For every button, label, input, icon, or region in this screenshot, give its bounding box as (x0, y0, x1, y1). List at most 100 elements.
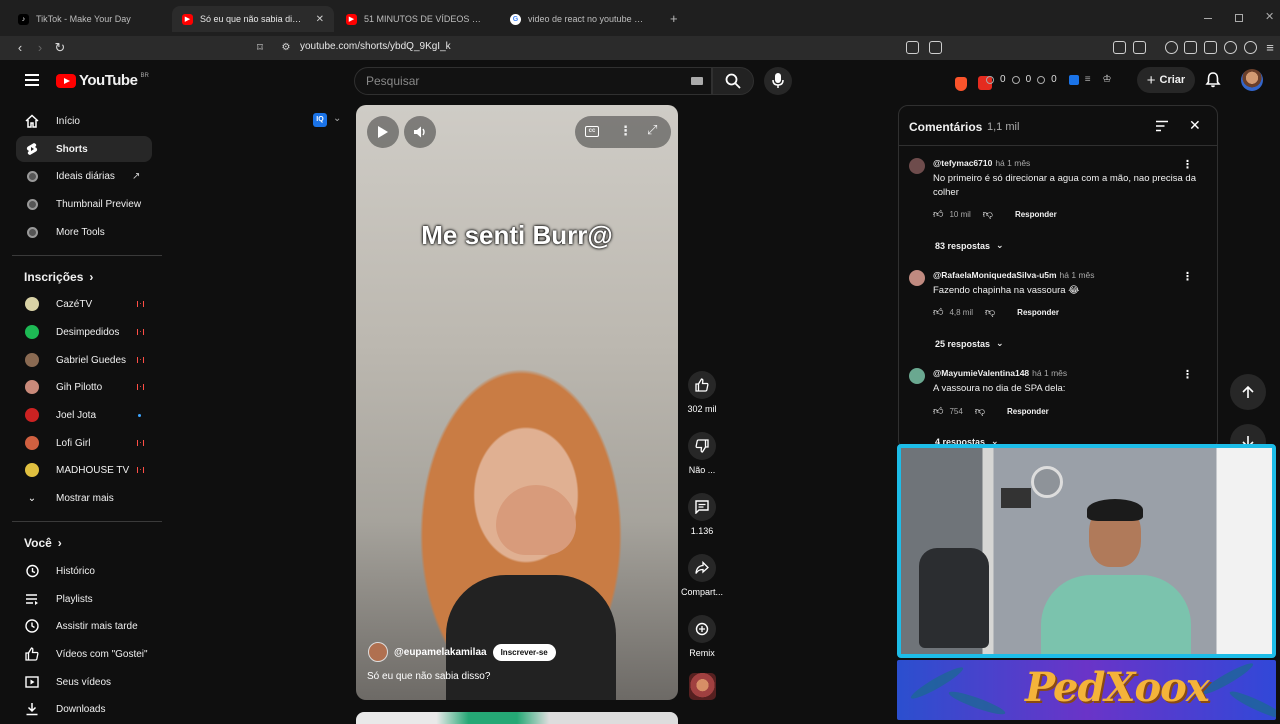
view-replies-button[interactable]: 83 respostas ⌄ (935, 240, 1004, 251)
subscribe-button[interactable]: Inscrever-se (492, 643, 556, 661)
site-settings-icon[interactable]: ⚙ (278, 40, 294, 56)
minimize-icon[interactable] (1204, 18, 1212, 19)
ai-icon[interactable] (1224, 41, 1237, 54)
thumbs-up-icon[interactable]: 👍︎ (933, 208, 943, 220)
back-icon[interactable]: ‹ (12, 40, 28, 56)
you-heading[interactable]: Você › (24, 536, 62, 550)
thumbs-down-icon[interactable]: 👎︎ (983, 208, 993, 220)
view-replies-button[interactable]: 25 respostas ⌄ (935, 338, 1004, 349)
thumbs-up-icon[interactable]: 👍︎ (933, 405, 943, 417)
reply-button[interactable]: Responder (1007, 407, 1049, 416)
sidebar-item-subscription[interactable]: Gih Pilotto (16, 374, 152, 400)
sidebar-item-more-tools[interactable]: More Tools (16, 219, 152, 245)
maximize-icon[interactable] (1235, 14, 1243, 22)
comment-avatar[interactable] (909, 270, 925, 286)
channel-avatar[interactable] (368, 642, 388, 662)
sidebar-toggle-icon[interactable] (1184, 41, 1197, 54)
cast-icon[interactable] (906, 41, 919, 54)
previous-short-button[interactable] (1230, 374, 1266, 410)
extensions-icon[interactable] (1113, 41, 1126, 54)
comment-author[interactable]: @MayumieValentina148 há 1 mês (933, 368, 1067, 378)
browser-tab[interactable]: ♪ TikTok - Make Your Day (8, 6, 173, 32)
create-button[interactable]: + Criar (1137, 67, 1195, 93)
comment-avatar[interactable] (909, 158, 925, 174)
list-icon[interactable]: ≡ (1085, 74, 1091, 85)
show-more-button[interactable]: ⌄ Mostrar mais (16, 485, 152, 511)
comment-menu-icon[interactable]: ⋮ (1182, 368, 1193, 381)
youtube-logo[interactable]: YouTube BR (56, 72, 149, 89)
reload-icon[interactable]: ↻ (52, 40, 68, 56)
wallet-icon[interactable] (1204, 41, 1217, 54)
comment-author[interactable]: @tefymac6710 há 1 mês (933, 158, 1030, 168)
forward-icon[interactable]: › (32, 40, 48, 56)
sidebar-item-daily-ideas[interactable]: Ideais diárias ↗ (16, 163, 152, 189)
sidebar-item-subscription[interactable]: MADHOUSE TV (16, 457, 152, 483)
next-short-preview[interactable] (356, 712, 678, 724)
user-avatar[interactable] (1241, 69, 1263, 91)
comment-menu-icon[interactable]: ⋮ (1182, 158, 1193, 171)
remix-button[interactable] (688, 615, 716, 643)
close-icon[interactable]: ✕ (316, 14, 324, 25)
dislike-action[interactable]: Não ... (680, 432, 724, 475)
sidebar-item-your-videos[interactable]: Seus vídeos (16, 669, 152, 695)
comment-avatar[interactable] (909, 368, 925, 384)
channel-name[interactable]: @eupamelakamilaa (394, 647, 487, 658)
sidebar-item-watch-later[interactable]: Assistir mais tarde (16, 613, 152, 639)
sidebar-item-subscription[interactable]: Joel Jota (16, 402, 152, 428)
search-button[interactable] (712, 67, 754, 95)
vpn-icon[interactable] (1244, 41, 1257, 54)
share-button[interactable] (688, 554, 716, 582)
sidebar-item-liked-videos[interactable]: Vídeos com "Gostei" (16, 641, 152, 667)
window-close-icon[interactable]: ✕ (1265, 10, 1274, 23)
browser-tab[interactable]: ▶ 51 MINUTOS DE VÍDEOS ENGRAÇAD (336, 6, 496, 32)
sidebar-item-subscription[interactable]: CazéTV (16, 291, 152, 317)
sidebar-item-subscription[interactable]: Gabriel Guedes (16, 347, 152, 373)
comment-author[interactable]: @RafaelaMoniquedaSilva-u5m há 1 mês (933, 270, 1095, 280)
like-action[interactable]: 302 mil (680, 371, 724, 414)
captions-icon[interactable]: cc (585, 126, 599, 137)
music-icon[interactable] (1165, 41, 1178, 54)
browser-tab-active[interactable]: ▶ Só eu que não sabia disso? - You ✕ (172, 6, 334, 32)
share-action[interactable]: Compart... (680, 554, 724, 597)
trophy-icon[interactable]: ♔ (1103, 74, 1112, 85)
sidebar-item-subscription[interactable]: Desimpedidos (16, 319, 152, 345)
browser-tab[interactable]: G video de react no youtube monetiza (500, 6, 660, 32)
more-options-icon[interactable]: ⋮ (619, 123, 632, 139)
new-tab-button[interactable]: + (670, 11, 678, 26)
close-icon[interactable]: ✕ (1189, 117, 1201, 134)
comment-menu-icon[interactable]: ⋮ (1182, 270, 1193, 283)
thumbs-down-icon[interactable]: 👎︎ (985, 306, 995, 318)
remix-action[interactable]: Remix (680, 615, 724, 658)
sidebar-item-shorts[interactable]: Shorts (16, 136, 152, 162)
vidiq-icon[interactable]: IQ (313, 113, 327, 127)
play-button[interactable] (367, 116, 399, 148)
voice-search-button[interactable] (764, 67, 792, 95)
browser-menu-icon[interactable]: ≡ (1262, 40, 1278, 56)
bookmark-icon[interactable]: ⌑ (252, 40, 268, 56)
share-page-icon[interactable] (929, 41, 942, 54)
short-title[interactable]: Só eu que não sabia disso? (367, 671, 490, 682)
volume-button[interactable] (404, 116, 436, 148)
like-button[interactable] (688, 371, 716, 399)
dislike-button[interactable] (688, 432, 716, 460)
thumbs-up-icon[interactable]: 👍︎ (933, 306, 943, 318)
sidebar-item-thumbnail-preview[interactable]: Thumbnail Preview (16, 191, 152, 217)
sound-thumbnail[interactable] (689, 673, 716, 700)
sidebar-item-history[interactable]: Histórico (16, 558, 152, 584)
sidebar-item-home[interactable]: Início (16, 108, 152, 134)
thumbs-down-icon[interactable]: 👎︎ (975, 405, 985, 417)
search-input[interactable] (355, 68, 655, 94)
comments-action[interactable]: 1.136 (680, 493, 724, 536)
sidebar-item-subscription[interactable]: Lofi Girl (16, 430, 152, 456)
hamburger-menu-icon[interactable] (25, 74, 39, 86)
sidebar-item-downloads[interactable]: Downloads (16, 696, 152, 722)
chevron-down-icon[interactable]: ⌄ (333, 113, 341, 124)
vidiq-icon[interactable] (1068, 74, 1079, 85)
fullscreen-icon[interactable]: ⤢ (647, 122, 657, 138)
comments-button[interactable] (688, 493, 716, 521)
sidebar-item-playlists[interactable]: Playlists (16, 586, 152, 612)
reply-button[interactable]: Responder (1017, 308, 1059, 317)
sort-icon[interactable] (1155, 120, 1169, 132)
url-field[interactable]: youtube.com/shorts/ybdQ_9KgI_k (300, 41, 451, 52)
short-video-player[interactable]: cc ⋮ ⤢ Me senti Burr@ @eupamelakamilaa I… (356, 105, 678, 700)
